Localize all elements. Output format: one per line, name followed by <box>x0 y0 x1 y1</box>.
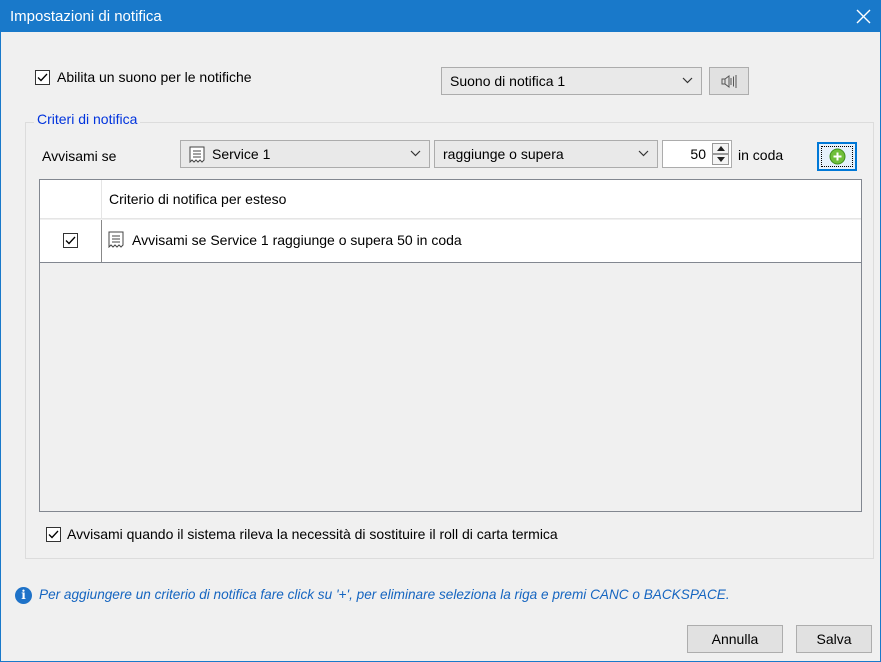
row-criterion-text: Avvisami se Service 1 raggiunge o supera… <box>132 232 462 248</box>
column-header-criterion[interactable]: Criterio di notifica per esteso <box>109 191 286 207</box>
sound-select-value: Suono di notifica 1 <box>450 73 566 89</box>
threshold-stepper[interactable]: 50 <box>662 140 732 168</box>
service-select[interactable]: Service 1 <box>180 140 430 168</box>
column-divider <box>101 180 102 219</box>
ticket-icon <box>108 231 124 248</box>
plus-circle-icon <box>829 148 846 165</box>
chevron-down-icon <box>410 150 421 157</box>
chevron-down-icon <box>638 150 649 157</box>
stepper-down-button[interactable] <box>712 154 729 165</box>
stepper-up-button[interactable] <box>712 143 729 154</box>
window-title: Impostazioni di notifica <box>10 8 162 25</box>
paper-roll-checkbox[interactable] <box>46 527 61 542</box>
checkmark-icon <box>37 73 48 82</box>
paper-roll-label[interactable]: Avvisami quando il sistema rileva la nec… <box>67 526 558 542</box>
condition-select-value: raggiunge o supera <box>443 146 564 162</box>
threshold-value: 50 <box>690 146 706 162</box>
play-sound-button[interactable] <box>709 67 749 95</box>
speaker-icon <box>721 75 737 88</box>
column-divider <box>101 220 102 262</box>
checkmark-icon <box>48 530 59 539</box>
caret-up-icon <box>717 146 725 151</box>
title-bar: Impostazioni di notifica <box>1 1 880 32</box>
service-select-value: Service 1 <box>212 146 271 162</box>
table-row[interactable]: Avvisami se Service 1 raggiunge o supera… <box>40 220 861 263</box>
notification-settings-dialog: Impostazioni di notifica Abilita un suon… <box>0 0 881 662</box>
caret-down-icon <box>717 157 725 162</box>
chevron-down-icon <box>682 77 693 84</box>
checkmark-icon <box>65 236 76 245</box>
close-button[interactable] <box>846 1 880 32</box>
cancel-button-label: Annulla <box>711 631 759 647</box>
condition-select[interactable]: raggiunge o supera <box>434 140 658 168</box>
info-icon: i <box>15 587 32 604</box>
cancel-button[interactable]: Annulla <box>687 625 783 653</box>
info-text: Per aggiungere un criterio di notifica f… <box>39 587 730 602</box>
criteria-group-title: Criteri di notifica <box>34 111 141 127</box>
row-enabled-checkbox[interactable] <box>63 233 78 248</box>
sound-select[interactable]: Suono di notifica 1 <box>441 67 702 95</box>
save-button-label: Salva <box>816 631 852 647</box>
add-criterion-button[interactable] <box>817 142 857 171</box>
close-icon <box>856 9 871 24</box>
save-button[interactable]: Salva <box>796 625 872 653</box>
stepper-arrows <box>712 143 729 165</box>
notify-if-label: Avvisami se <box>42 148 117 164</box>
enable-sound-checkbox[interactable] <box>35 70 50 85</box>
ticket-icon <box>189 146 205 163</box>
criteria-table: Criterio di notifica per esteso Avvisami… <box>39 179 862 512</box>
enable-sound-label[interactable]: Abilita un suono per le notifiche <box>57 69 252 85</box>
unit-label: in coda <box>738 147 784 163</box>
table-header: Criterio di notifica per esteso <box>40 180 861 219</box>
